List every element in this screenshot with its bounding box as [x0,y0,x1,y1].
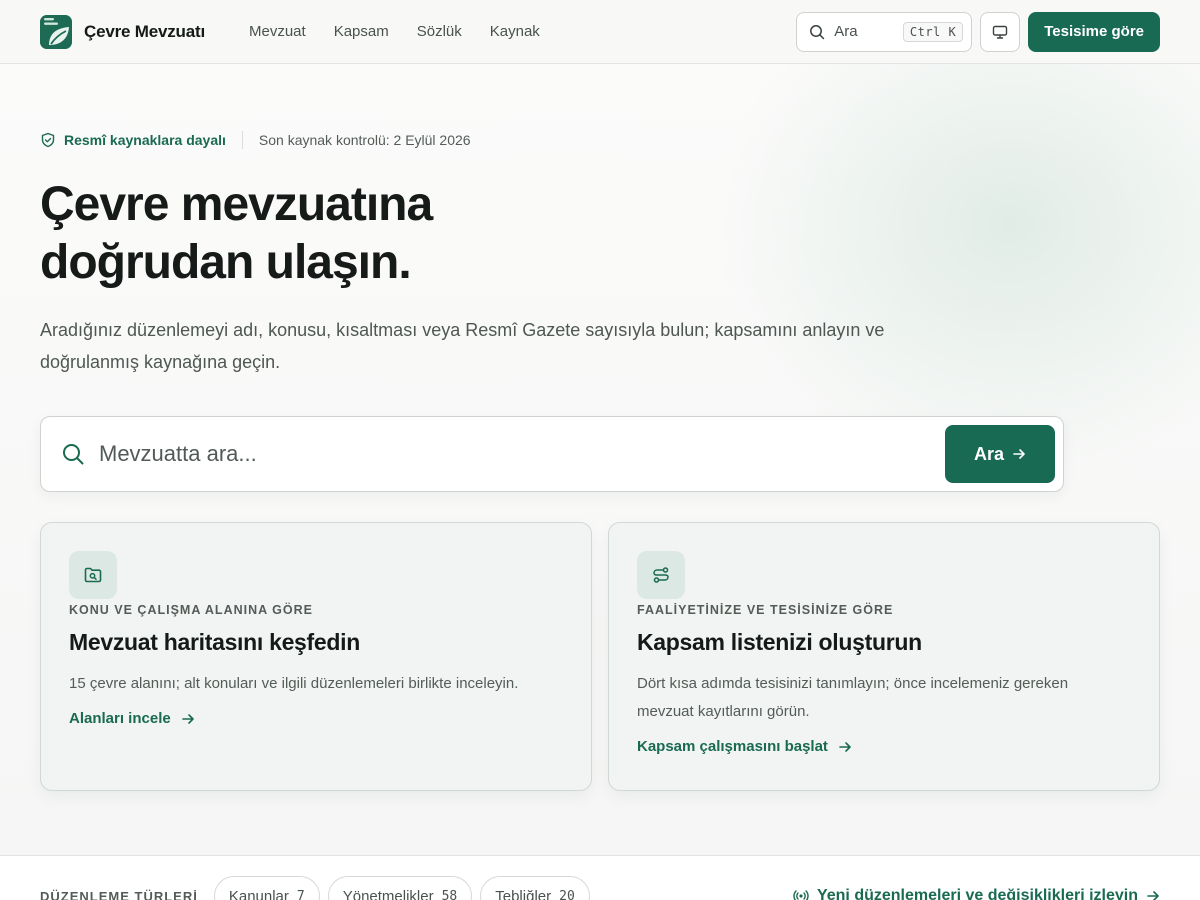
hero-badges: Resmî kaynaklara dayalı Son kaynak kontr… [40,128,1160,152]
broadcast-icon [793,890,809,900]
trust-badge-label: Resmî kaynaklara dayalı [64,132,226,148]
brand-name: Çevre Mevzuatı [84,21,205,41]
explore-areas-link[interactable]: Alanları incele [69,710,563,727]
hero-subtitle: Aradığınız düzenlemeyi adı, konusu, kısa… [40,320,885,372]
arrow-right-icon [839,741,851,752]
nav-item-sozluk[interactable]: Sözlük [417,23,462,40]
card-eyebrow: FAALİYETİNİZE VE TESİSİNİZE GÖRE [637,603,894,617]
top-header: Çevre Mevzuatı Mevzuat Kapsam Sözlük Kay… [0,0,1200,64]
card-description: Dört kısa adımda tesisinizi tanımlayın; … [637,675,1069,720]
arrow-right-icon [181,713,194,724]
keyboard-shortcut: Ctrl K [902,21,964,42]
trust-badge: Resmî kaynaklara dayalı [40,132,226,148]
regulation-types-bar: DÜZENLEME TÜRLERİ Kanunlar 7 Yönetmelikl… [0,855,1200,900]
main-search-button-label: Ara [973,443,1004,464]
watch-changes-link[interactable]: Yeni düzenlemeleri ve değişiklikleri izl… [793,887,1160,900]
header-search-button[interactable]: Ara Ctrl K [796,11,973,52]
regulation-type-chips: DÜZENLEME TÜRLERİ Kanunlar 7 Yönetmelikl… [40,876,590,900]
card-description: 15 çevre alanını; alt konuları ve ilgili… [69,675,519,692]
hero-section: Resmî kaynaklara dayalı Son kaynak kontr… [40,128,1160,492]
header-actions: Ara Ctrl K Tesisime göre [796,11,1160,52]
brand[interactable]: Çevre Mevzuatı [40,14,205,49]
card-eyebrow: KONU VE ÇALIŞMA ALANINA GÖRE [69,603,313,617]
chip-kanunlar[interactable]: Kanunlar 7 [213,876,320,900]
leaf-logo-icon [40,14,72,49]
card-title: Kapsam listenizi oluşturun [637,629,922,655]
badge-divider [241,131,243,149]
main-search-button[interactable]: Ara [945,425,1055,483]
chip-label: Tebliğler [495,887,552,900]
card-title: Mevzuat haritasını keşfedin [69,629,360,655]
chip-tebligler[interactable]: Tebliğler 20 [480,876,590,900]
regulation-types-label: DÜZENLEME TÜRLERİ [40,888,198,900]
feature-cards: KONU VE ÇALIŞMA ALANINA GÖRE Mevzuat har… [40,522,1160,791]
card-link-label: Alanları incele [69,710,171,727]
search-icon [810,24,825,39]
nav-item-kaynak[interactable]: Kaynak [490,23,540,40]
page-title: Çevre mevzuatına doğrudan ulaşın. [40,176,560,292]
facility-cta-button[interactable]: Tesisime göre [1028,11,1160,52]
page-title-line-2: doğrudan ulaşın. [40,236,412,289]
route-icon [637,551,685,599]
start-scope-link[interactable]: Kapsam çalışmasını başlat [637,738,1131,755]
main-search-bar: Ara [40,416,1064,492]
chip-count: 58 [441,888,458,900]
arrow-right-icon [1013,449,1025,459]
card-link-label: Kapsam çalışmasını başlat [637,738,828,755]
folder-search-icon [69,551,117,599]
last-check-text: Son kaynak kontrolü: 2 Eylül 2026 [258,132,471,148]
monitor-icon [993,25,1008,39]
chip-label: Yönetmelikler [342,887,434,900]
watch-changes-label: Yeni düzenlemeleri ve değişiklikleri izl… [816,887,1138,900]
nav-item-mevzuat[interactable]: Mevzuat [249,23,306,40]
search-icon [63,444,84,465]
header-search-label: Ara [834,23,858,40]
chip-yonetmelikler[interactable]: Yönetmelikler 58 [327,876,473,900]
card-topic-map[interactable]: KONU VE ÇALIŞMA ALANINA GÖRE Mevzuat har… [40,522,592,791]
page-title-line-1: Çevre mevzuatına [40,178,433,231]
arrow-right-icon [1147,891,1159,900]
nav-item-kapsam[interactable]: Kapsam [334,23,389,40]
chip-count: 20 [559,888,575,900]
chip-label: Kanunlar [228,887,289,900]
main-nav: Mevzuat Kapsam Sözlük Kaynak [249,23,540,40]
shield-check-icon [41,132,55,148]
main-search-input[interactable] [99,441,945,467]
card-scope-list[interactable]: FAALİYETİNİZE VE TESİSİNİZE GÖRE Kapsam … [608,522,1160,791]
chip-count: 7 [296,888,305,900]
display-mode-button[interactable] [980,11,1021,52]
